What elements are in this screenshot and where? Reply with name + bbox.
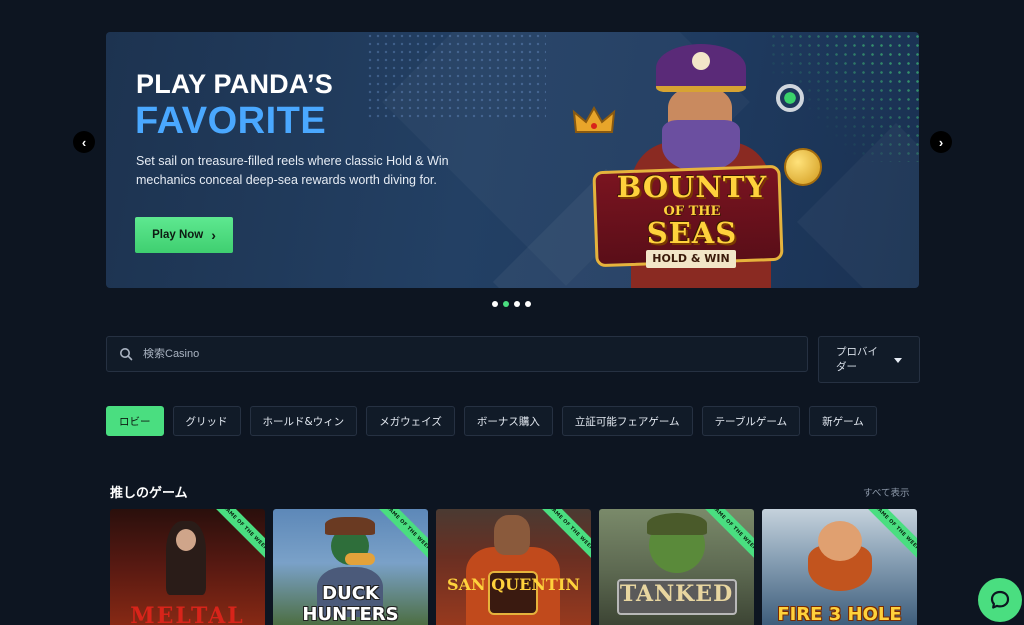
game-art	[325, 517, 375, 535]
skull-icon	[692, 52, 710, 70]
game-logo-text: SEAS	[646, 216, 738, 250]
provider-dropdown[interactable]: プロバイダー	[818, 336, 920, 383]
category-chip-lobby[interactable]: ロビー	[106, 406, 164, 436]
ring-icon	[776, 84, 804, 112]
hero-title-line1: PLAY PANDA’S	[136, 69, 333, 99]
category-chip-provably-fair[interactable]: 立証可能フェアゲーム	[561, 406, 693, 436]
chevron-left-icon: ‹	[81, 134, 87, 150]
ribbon-label: GAME OF THE WEEK	[547, 509, 591, 552]
hero-dot-pattern	[366, 32, 546, 122]
pirate-beard	[662, 120, 740, 172]
crown-icon	[572, 105, 616, 133]
game-title: TANKED	[619, 581, 734, 607]
play-now-button[interactable]: Play Now ›	[135, 217, 233, 253]
carousel-indicators	[492, 301, 531, 307]
game-art	[494, 515, 530, 555]
provider-label: プロバイダー	[836, 345, 878, 373]
ribbon-label: GAME OF THE WEEK	[384, 509, 428, 552]
game-logo-subtitle: HOLD & WIN	[646, 250, 736, 268]
game-title: FIRE 3 HOLE	[777, 604, 902, 625]
hero-banner[interactable]: PLAY PANDA’S FAVORITE Set sail on treasu…	[106, 32, 919, 288]
carousel-dot[interactable]	[514, 301, 520, 307]
game-art	[647, 513, 707, 535]
carousel-dot[interactable]	[492, 301, 498, 307]
coin-icon	[784, 148, 822, 186]
game-title: DUCK HUNTERS	[302, 583, 399, 625]
category-chip-new-games[interactable]: 新ゲーム	[809, 406, 877, 436]
game-list: GAME OF THE WEEK MELTAL GAME OF THE WEEK…	[110, 509, 917, 625]
game-card[interactable]: GAME OF THE WEEK MELTAL	[110, 509, 265, 625]
game-of-week-ribbon: GAME OF THE WEEK	[699, 509, 754, 563]
chevron-right-icon: ›	[211, 227, 216, 243]
carousel-dot[interactable]	[525, 301, 531, 307]
category-chip-table-games[interactable]: テーブルゲーム	[701, 406, 801, 436]
game-art	[176, 529, 196, 551]
section-title: 推しのゲーム	[110, 486, 188, 501]
search-icon	[120, 348, 133, 361]
game-art	[818, 521, 862, 561]
ribbon-label: GAME OF THE WEEK	[873, 509, 917, 552]
game-artwork: BOUNTY OF THE SEAS HOLD & WIN	[572, 32, 822, 288]
search-input[interactable]	[143, 348, 743, 360]
play-now-label: Play Now	[152, 229, 204, 241]
game-logo-text: BOUNTY	[616, 170, 768, 204]
category-chip-hold-and-win[interactable]: ホールド&ウィン	[249, 406, 358, 436]
category-chip-grid[interactable]: グリッド	[172, 406, 241, 436]
game-card[interactable]: GAME OF THE WEEK DUCK HUNTERS	[273, 509, 428, 625]
carousel-dot-active[interactable]	[503, 301, 509, 307]
game-art	[345, 553, 375, 565]
category-chip-bonus-buy[interactable]: ボーナス購入	[463, 406, 553, 436]
ribbon-label: GAME OF THE WEEK	[710, 509, 754, 552]
hero-title-line2: FAVORITE	[135, 100, 327, 142]
game-card[interactable]: GAME OF THE WEEK TANKED	[599, 509, 754, 625]
pirate-hat	[656, 44, 746, 92]
category-chip-megaways[interactable]: メガウェイズ	[366, 406, 455, 436]
hero-description: Set sail on treasure-filled reels where …	[136, 154, 449, 187]
carousel-prev-button[interactable]: ‹	[73, 131, 95, 153]
carousel-next-button[interactable]: ›	[930, 131, 952, 153]
chat-button[interactable]	[978, 578, 1022, 622]
chat-icon	[990, 590, 1010, 609]
game-title: MELTAL	[130, 603, 245, 625]
caret-down-icon	[894, 358, 902, 363]
game-card[interactable]: GAME OF THE WEEK SAN QUENTIN	[436, 509, 591, 625]
view-all-link[interactable]: すべて表示	[863, 485, 909, 499]
game-of-week-ribbon: GAME OF THE WEEK	[373, 509, 428, 563]
chevron-right-icon: ›	[938, 134, 944, 150]
category-filters: ロビー グリッド ホールド&ウィン メガウェイズ ボーナス購入 立証可能フェアゲ…	[106, 406, 877, 436]
game-of-week-ribbon: GAME OF THE WEEK	[210, 509, 265, 563]
game-card[interactable]: GAME OF THE WEEK FIRE 3 HOLE	[762, 509, 917, 625]
ribbon-label: GAME OF THE WEEK	[221, 509, 265, 552]
search-bar[interactable]	[106, 336, 808, 372]
game-title: SAN QUENTIN	[447, 575, 580, 594]
